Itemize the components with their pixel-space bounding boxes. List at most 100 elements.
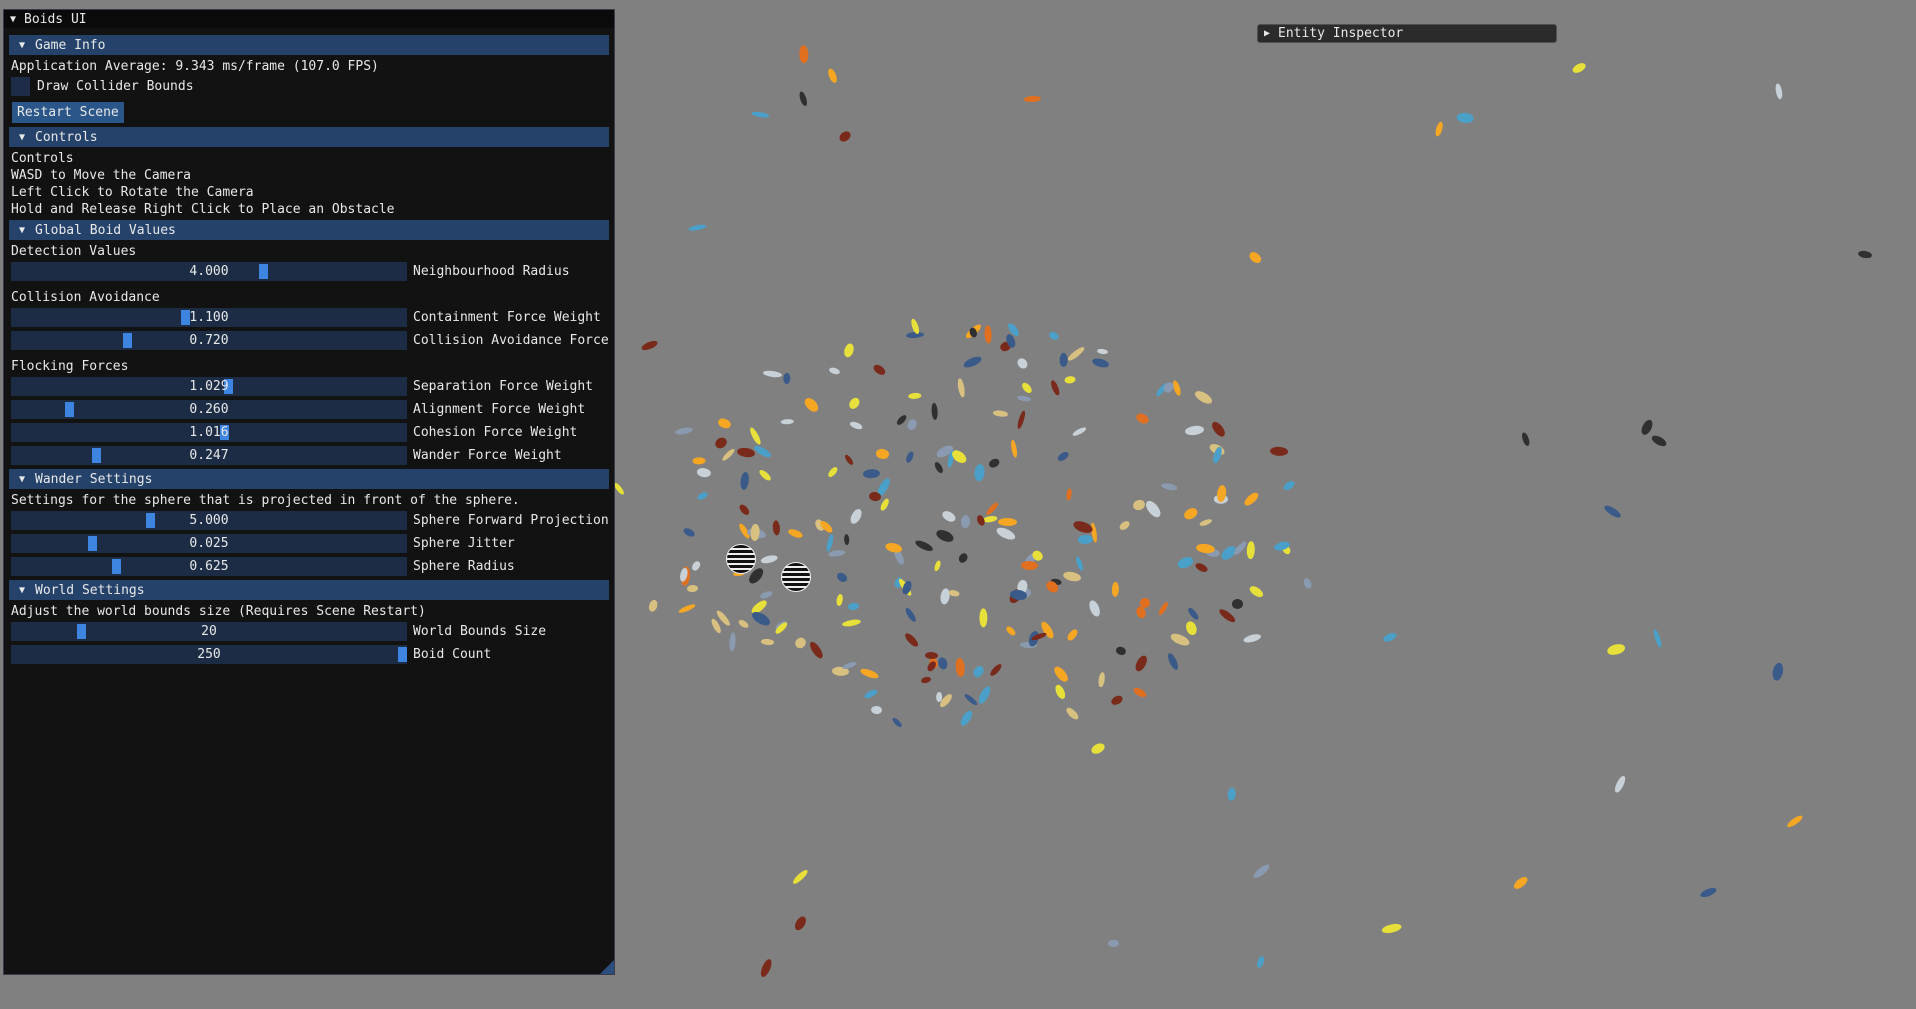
collapse-arrow-icon[interactable]: ▼ bbox=[10, 14, 24, 25]
header-global-boid-values[interactable]: ▼ Global Boid Values bbox=[9, 220, 609, 240]
chevron-down-icon: ▼ bbox=[19, 39, 26, 51]
boid-fish bbox=[847, 601, 859, 611]
boid-fish bbox=[1194, 561, 1209, 574]
boid-fish bbox=[757, 468, 772, 483]
boid-fish bbox=[891, 716, 904, 729]
sphere-projection-slider[interactable]: 5.000 bbox=[11, 511, 407, 530]
slider-label: Sphere Radius bbox=[413, 559, 515, 574]
boid-fish bbox=[935, 691, 942, 702]
sphere-jitter-slider[interactable]: 0.025 bbox=[11, 534, 407, 553]
boid-fish bbox=[1111, 581, 1120, 597]
separation-force-slider[interactable]: 1.029 bbox=[11, 377, 407, 396]
boid-fish bbox=[1209, 420, 1228, 440]
boid-fish bbox=[960, 515, 971, 529]
header-label: World Settings bbox=[35, 582, 145, 598]
boid-fish bbox=[681, 526, 696, 539]
sphere-radius-slider[interactable]: 0.625 bbox=[11, 557, 407, 576]
boid-fish bbox=[1301, 577, 1313, 591]
entity-inspector-window[interactable]: ▶ Entity Inspector bbox=[1257, 24, 1557, 43]
world-bounds-slider[interactable]: 20 bbox=[11, 622, 407, 641]
boid-fish bbox=[720, 447, 737, 463]
boid-fish bbox=[1065, 627, 1079, 643]
boid-fish bbox=[1091, 356, 1111, 370]
boid-fish bbox=[849, 420, 864, 431]
boid-fish bbox=[957, 378, 967, 398]
slider-value: 0.025 bbox=[189, 536, 229, 551]
boid-fish bbox=[792, 635, 808, 651]
obstacle-sphere bbox=[726, 544, 756, 574]
containment-force-slider[interactable]: 1.100 bbox=[11, 308, 407, 327]
boid-fish bbox=[1434, 121, 1444, 137]
chevron-right-icon[interactable]: ▶ bbox=[1264, 28, 1278, 39]
boid-fish bbox=[835, 570, 850, 585]
boid-fish bbox=[748, 425, 763, 446]
boid-fish bbox=[1056, 449, 1071, 463]
boid-fish bbox=[818, 519, 835, 535]
boid-fish bbox=[878, 497, 891, 513]
obstacle-sphere bbox=[781, 562, 811, 592]
collision-avoidance-slider[interactable]: 0.720 bbox=[11, 331, 407, 350]
boid-fish bbox=[826, 67, 839, 85]
boid-fish bbox=[1047, 330, 1060, 342]
resize-grip-icon[interactable] bbox=[600, 960, 614, 974]
boid-fish bbox=[729, 632, 737, 652]
boid-fish bbox=[647, 599, 659, 613]
boid-fish bbox=[941, 509, 958, 524]
boid-fish bbox=[963, 692, 979, 707]
chevron-down-icon: ▼ bbox=[19, 224, 26, 236]
controls-line: Controls bbox=[11, 151, 74, 166]
boid-count-slider[interactable]: 250 bbox=[11, 645, 407, 664]
window-title: Boids UI bbox=[24, 11, 87, 27]
boid-fish bbox=[958, 709, 976, 728]
boid-fish bbox=[1074, 555, 1085, 572]
draw-collider-checkbox[interactable] bbox=[11, 77, 30, 96]
slider-label: World Bounds Size bbox=[413, 624, 547, 639]
boid-fish bbox=[1602, 503, 1623, 521]
boid-fish bbox=[737, 618, 750, 630]
chevron-down-icon: ▼ bbox=[19, 131, 26, 143]
boid-fish bbox=[783, 372, 791, 385]
boid-fish bbox=[979, 608, 988, 628]
cohesion-force-slider[interactable]: 1.016 bbox=[11, 423, 407, 442]
boid-fish bbox=[690, 560, 703, 573]
header-controls[interactable]: ▼ Controls bbox=[9, 127, 609, 147]
boid-fish bbox=[988, 662, 1004, 679]
header-label: Game Info bbox=[35, 37, 106, 53]
boid-fish bbox=[1231, 598, 1243, 609]
boid-fish bbox=[1134, 411, 1151, 426]
header-world-settings[interactable]: ▼ World Settings bbox=[9, 580, 609, 600]
boid-fish bbox=[835, 593, 844, 607]
wander-force-slider[interactable]: 0.247 bbox=[11, 446, 407, 465]
boid-fish bbox=[841, 660, 858, 671]
boid-fish bbox=[1157, 600, 1170, 617]
boid-fish bbox=[1652, 628, 1663, 648]
neighbourhood-radius-slider[interactable]: 4.000 bbox=[11, 262, 407, 281]
boid-fish bbox=[956, 551, 969, 564]
boid-fish bbox=[801, 396, 821, 415]
boid-fish bbox=[903, 606, 918, 624]
boid-fish bbox=[1144, 498, 1164, 519]
boid-fish bbox=[1606, 642, 1627, 657]
boid-fish bbox=[1117, 518, 1131, 531]
wander-description: Settings for the sphere that is projecte… bbox=[11, 493, 520, 508]
boid-fish bbox=[736, 447, 756, 460]
boid-fish bbox=[1650, 433, 1669, 449]
boid-fish bbox=[1175, 555, 1195, 571]
boid-fish bbox=[948, 588, 961, 598]
header-game-info[interactable]: ▼ Game Info bbox=[9, 35, 609, 55]
boid-fish bbox=[686, 584, 698, 592]
boid-fish bbox=[843, 533, 850, 546]
restart-scene-button[interactable]: Restart Scene bbox=[12, 102, 124, 123]
boid-fish bbox=[907, 392, 922, 400]
boid-fish bbox=[798, 90, 809, 107]
boid-fish bbox=[1785, 813, 1804, 829]
chevron-down-icon: ▼ bbox=[19, 473, 26, 485]
boid-fish bbox=[1270, 446, 1289, 457]
header-wander-settings[interactable]: ▼ Wander Settings bbox=[9, 469, 609, 489]
boid-fish bbox=[752, 444, 773, 460]
slider-value: 5.000 bbox=[189, 513, 229, 528]
boid-fish bbox=[1077, 534, 1093, 544]
alignment-force-slider[interactable]: 0.260 bbox=[11, 400, 407, 419]
window-titlebar[interactable]: ▼ Boids UI bbox=[4, 10, 614, 28]
boid-fish bbox=[695, 491, 709, 502]
